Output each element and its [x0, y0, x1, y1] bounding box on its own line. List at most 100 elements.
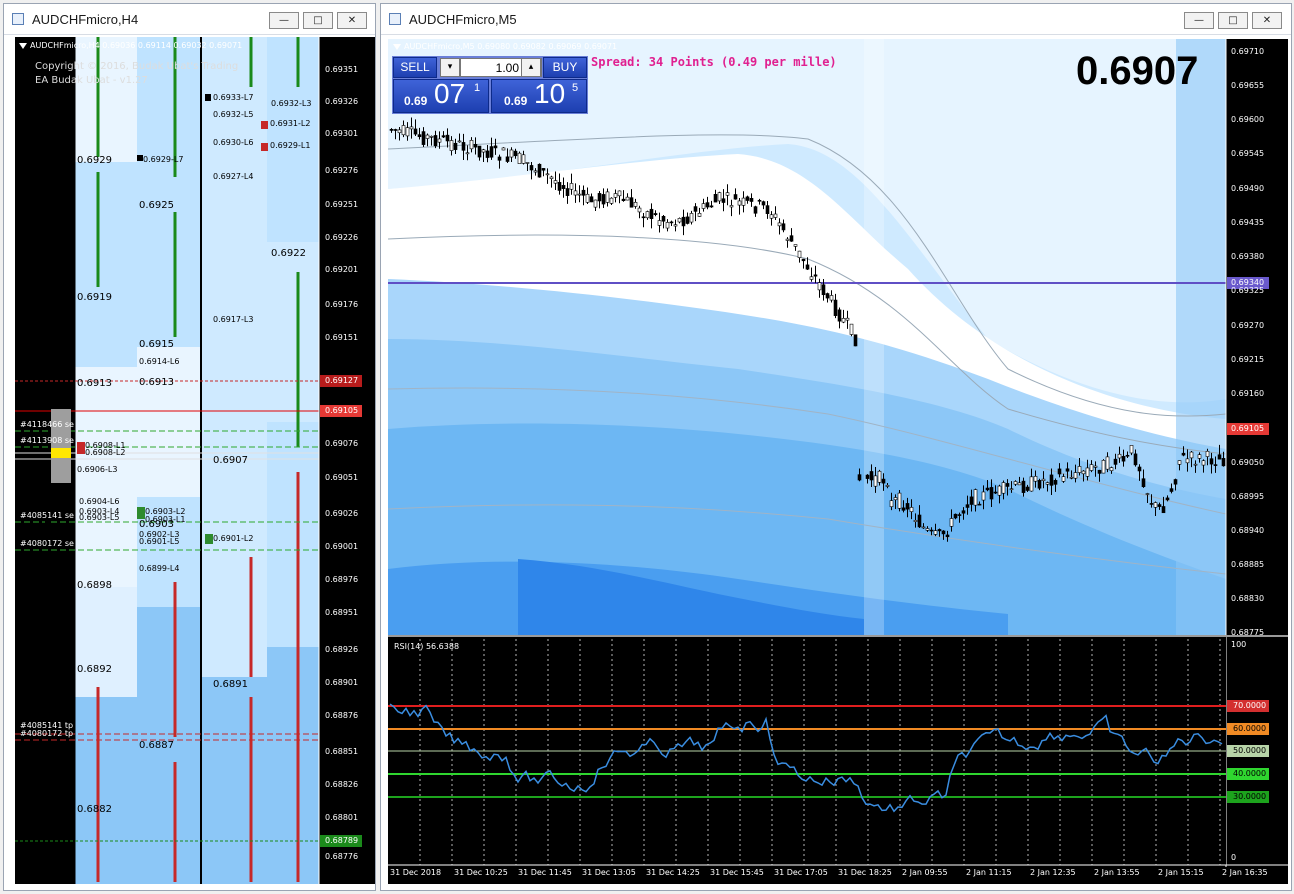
left-window-titlebar[interactable]: AUDCHFmicro,H4 — □ ✕ — [4, 4, 375, 35]
price-tick: 0.69276 — [325, 166, 359, 175]
price-tick: 0.69600 — [1231, 115, 1265, 124]
level-label: 0.6908-L2 — [85, 448, 126, 457]
level-label: 0.6901-L5 — [139, 537, 180, 546]
rsi-level-tag: 60.0000 — [1233, 724, 1267, 733]
price-tick: 0.69001 — [325, 542, 359, 551]
level-label: 0.6914-L6 — [139, 357, 180, 366]
time-tick: 31 Dec 13:05 — [582, 868, 636, 877]
level-label: 0.6891 — [213, 679, 248, 690]
level-label: 0.6898 — [77, 580, 112, 591]
price-tick: 0.68775 — [1231, 628, 1265, 637]
price-tick: 0.68826 — [325, 780, 359, 789]
buy-price-button[interactable]: 0.69 10 5 — [491, 78, 587, 113]
price-tick: 0.69380 — [1231, 252, 1265, 261]
price-tick: 0.69026 — [325, 509, 359, 518]
left-axis-tag-red: 0.69127 — [325, 376, 359, 385]
maximize-button[interactable]: □ — [303, 12, 333, 29]
level-label: 0.6901-L2 — [213, 534, 254, 543]
time-tick: 2 Jan 12:35 — [1030, 868, 1076, 877]
price-tick: 0.69325 — [1231, 286, 1265, 295]
axis-tag-purple: 0.69340 — [1231, 278, 1265, 287]
level-label: 0.6913 — [139, 377, 174, 388]
price-tick: 0.69545 — [1231, 149, 1265, 158]
price-tick: 0.69270 — [1231, 321, 1265, 330]
price-tick: 0.69160 — [1231, 389, 1265, 398]
price-tick: 0.69435 — [1231, 218, 1265, 227]
right-window-titlebar[interactable]: AUDCHFmicro,M5 — □ ✕ — [381, 4, 1291, 35]
level-label: 0.6903-L1 — [145, 515, 186, 524]
price-tick: 0.69251 — [325, 200, 359, 209]
level-label: 0.6917-L3 — [213, 315, 254, 324]
rsi-label: RSI(14) 56.6388 — [394, 642, 460, 651]
left-chart-canvas — [15, 37, 373, 884]
minimize-button[interactable]: — — [269, 12, 299, 29]
right-chart-window[interactable]: AUDCHFmicro,M5 — □ ✕ AUDCHFmicro,M5 0.69… — [380, 3, 1292, 891]
price-tick: 0.69215 — [1231, 355, 1265, 364]
time-tick: 2 Jan 09:55 — [902, 868, 948, 877]
chart-window-icon — [389, 13, 401, 25]
collapse-arrow-icon[interactable] — [19, 42, 27, 49]
close-button[interactable]: ✕ — [337, 12, 367, 29]
left-chart-area[interactable]: AUDCHFmicro,H4 0.69036 0.69114 0.69032 0… — [15, 37, 375, 884]
price-tick: 0.68976 — [325, 575, 359, 584]
price-tick: 0.69301 — [325, 129, 359, 138]
trade-label: #4080172 se — [20, 539, 74, 548]
rsi-scale-top: 100 — [1231, 640, 1247, 649]
price-tick: 0.68926 — [325, 645, 359, 654]
time-tick: 31 Dec 15:45 — [710, 868, 764, 877]
price-tick: 0.68851 — [325, 747, 359, 756]
chart-window-icon — [12, 13, 24, 25]
right-chart-area[interactable]: AUDCHFmicro,M5 0.69080 0.69082 0.69069 0… — [388, 39, 1288, 884]
minimize-button[interactable]: — — [1184, 12, 1214, 29]
level-label: 0.6930-L6 — [213, 138, 254, 147]
time-tick: 2 Jan 16:35 — [1222, 868, 1268, 877]
rsi-scale-bottom: 0 — [1231, 853, 1237, 862]
left-chart-window[interactable]: AUDCHFmicro,H4 — □ ✕ AUDCHFmicro,H4 0.69… — [3, 3, 376, 891]
sell-button[interactable]: SELL — [393, 57, 437, 78]
level-label: 0.6904-L6 — [79, 497, 120, 506]
price-tick: 0.69050 — [1231, 458, 1265, 467]
price-tick: 0.68801 — [325, 813, 359, 822]
collapse-arrow-icon[interactable] — [393, 43, 401, 50]
trade-label: #4113908 se — [20, 436, 74, 445]
price-tick: 0.69351 — [325, 65, 359, 74]
level-label: 0.6903-L5 — [79, 513, 120, 522]
price-tick: 0.69490 — [1231, 184, 1265, 193]
main-price-chart — [388, 39, 1288, 884]
level-label: 0.6922 — [271, 248, 306, 259]
rsi-level-tag: 30.0000 — [1233, 792, 1267, 801]
lot-increase-button[interactable]: ▴ — [521, 58, 541, 77]
time-tick: 31 Dec 10:25 — [454, 868, 508, 877]
level-label: 0.6887 — [139, 740, 174, 751]
price-tick: 0.69051 — [325, 473, 359, 482]
lot-decrease-button[interactable]: ▾ — [440, 58, 460, 77]
buy-button[interactable]: BUY — [543, 57, 587, 78]
level-label: 0.6913 — [77, 378, 112, 389]
rsi-level-tag: 50.0000 — [1233, 746, 1267, 755]
level-label: 0.6927-L4 — [213, 172, 254, 181]
sell-price-button[interactable]: 0.69 07 1 — [393, 78, 489, 113]
ea-name-text: EA Budak Ubat - v1.27 — [35, 75, 148, 86]
level-label: 0.6932-L3 — [271, 99, 312, 108]
price-tick: 0.69076 — [325, 439, 359, 448]
time-tick: 31 Dec 14:25 — [646, 868, 700, 877]
axis-tag-red: 0.69105 — [1231, 424, 1265, 433]
level-label: 0.6931-L2 — [270, 119, 311, 128]
price-tick: 0.68876 — [325, 711, 359, 720]
level-label: 0.6929-L1 — [270, 141, 311, 150]
price-tick: 0.68940 — [1231, 526, 1265, 535]
time-tick: 2 Jan 13:55 — [1094, 868, 1140, 877]
level-label: 0.6925 — [139, 200, 174, 211]
level-label: 0.6933-L7 — [213, 93, 254, 102]
level-label: 0.6892 — [77, 664, 112, 675]
close-button[interactable]: ✕ — [1252, 12, 1282, 29]
time-tick: 31 Dec 17:05 — [774, 868, 828, 877]
price-tick: 0.69201 — [325, 265, 359, 274]
price-tick: 0.69176 — [325, 300, 359, 309]
right-symbol-header: AUDCHFmicro,M5 0.69080 0.69082 0.69069 0… — [393, 42, 617, 51]
price-tick: 0.68776 — [325, 852, 359, 861]
maximize-button[interactable]: □ — [1218, 12, 1248, 29]
one-click-trade-panel: SELL ▾ ▴ BUY 0.69 07 1 0.69 10 5 — [392, 56, 588, 114]
trade-label: #4080172 tp — [20, 729, 74, 738]
time-tick: 31 Dec 11:45 — [518, 868, 572, 877]
